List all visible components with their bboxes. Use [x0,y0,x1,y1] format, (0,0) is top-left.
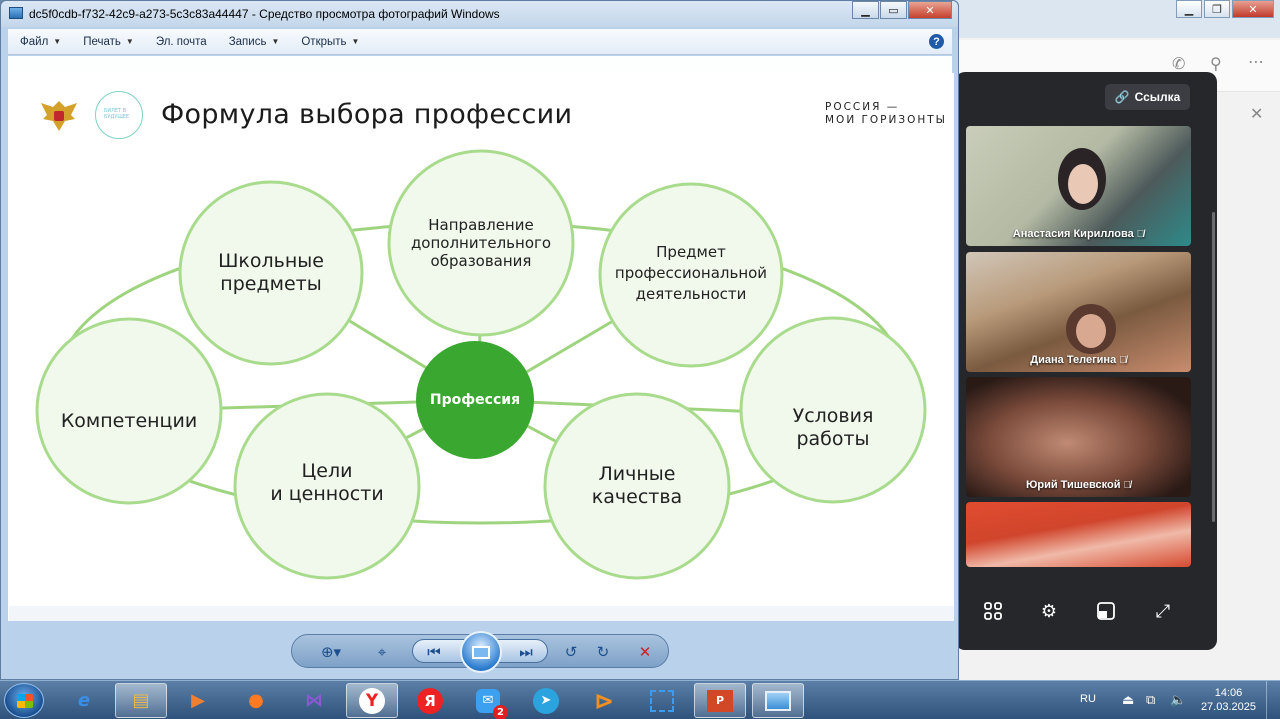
close-button[interactable]: ✕ [1232,0,1274,18]
next-icon[interactable]: ⏭ [515,641,537,663]
time: 14:06 [1214,687,1243,699]
messenger-icon[interactable]: ✉ 2 [462,683,514,719]
slide-image: БИЛЕТ В БУДУЩЕЕ Формула выбора профессии… [9,73,954,606]
label-school-subjects: Школьные предметы [218,250,324,295]
language-indicator[interactable]: RU [1080,693,1096,705]
minimize-button[interactable]: ▁ [852,1,879,19]
system-tray: RU ⏏ ⧉ 🔈 14:06 27.03.2025 [1070,681,1280,719]
photo-viewer-window: dc5f0cdb-f732-42c9-a273-5c3c83a44447 - С… [0,0,959,680]
link-button[interactable]: 🔗 Ссылка [1105,84,1190,110]
previous-icon[interactable]: ⏮ [423,641,445,663]
windows-logo-icon [17,694,33,708]
media-player-icon[interactable]: ▶ [172,683,224,718]
network-icon[interactable]: ⧉ [1146,692,1155,708]
notification-badge: 2 [493,704,508,719]
menu-print[interactable]: Печать ▼ [83,36,134,48]
yandex-browser-icon[interactable]: Y [346,683,398,718]
label-goals-values: Цели и ценности [270,460,384,505]
photo-viewer-icon [9,7,23,19]
player-icon[interactable]: ⊳ [578,683,630,718]
label-personal-qualities: Личные качества [591,463,683,508]
usb-icon[interactable]: ⏏ [1122,692,1134,708]
yandex-icon[interactable]: Я [404,683,456,718]
explorer-icon[interactable]: ▤ [115,683,167,718]
label-professional-subject: Предмет профессиональной деятельности [614,242,768,303]
participant-name: Юрий Тишевской [1026,479,1121,491]
slideshow-icon [472,645,490,659]
scrollbar[interactable] [1212,212,1215,522]
clock[interactable]: 14:06 27.03.2025 [1201,686,1256,714]
start-button[interactable] [4,683,44,718]
link-label: Ссылка [1134,90,1181,104]
participant-tile[interactable]: Диана Телегина 🎙̸ [966,252,1191,372]
zoom-icon[interactable]: ⊕▾ [314,641,348,663]
date: 27.03.2025 [1200,701,1256,713]
menu-file[interactable]: Файл ▼ [20,36,61,48]
mic-muted-icon: 🎙̸ [1136,229,1145,240]
more-icon[interactable]: ⋯ [1248,52,1264,71]
label-work-conditions: Условия работы [792,405,874,450]
taskbar: e ▤ ▶ ● ⋈ Y Я ✉ 2 ➤ ⊳ P RU ⏏ ⧉ 🔈 14:06 27… [0,680,1280,719]
maximize-button[interactable]: ❐ [1204,0,1230,18]
slide-footer [9,606,954,621]
phone-icon[interactable]: ✆ [1172,54,1185,73]
close-icon[interactable]: ✕ [1250,104,1263,123]
delete-icon[interactable]: ✕ [634,641,656,663]
show-desktop-button[interactable] [1266,681,1280,719]
help-icon[interactable]: ? [929,34,944,49]
title-bar[interactable]: dc5f0cdb-f732-42c9-a273-5c3c83a44447 - С… [1,1,958,27]
actual-size-icon[interactable]: ⌖ [370,641,394,663]
viewer-toolbar: ⊕▾ ⌖ ⏮ ⏭ ↺ ↻ ✕ [291,631,669,673]
participant-tile[interactable]: Анастасия Кириллова 🎙̸ [966,126,1191,246]
volume-icon[interactable]: 🔈 [1170,692,1186,708]
gear-icon[interactable]: ⚙ [1037,599,1061,623]
visual-studio-icon[interactable]: ⋈ [288,683,340,718]
close-button[interactable]: ✕ [908,1,952,19]
profession-diagram [35,149,927,580]
menu-burn[interactable]: Запись ▼ [229,36,280,48]
chevron-down-icon: ▼ [351,37,360,46]
pip-icon[interactable] [1094,599,1118,623]
snipping-icon[interactable] [636,683,688,718]
background-titlebar: ▁ ❐ ✕ [940,0,1280,38]
chevron-down-icon: ▼ [53,37,62,46]
minimize-button[interactable]: ▁ [1176,0,1202,18]
photo-viewer-icon[interactable] [752,683,804,718]
rotate-left-icon[interactable]: ↺ [560,641,582,663]
label-competencies: Компетенции [60,410,198,432]
firefox-icon[interactable]: ● [230,683,282,718]
rotate-right-icon[interactable]: ↻ [592,641,614,663]
video-call-panel: 🔗 Ссылка Анастасия Кириллова 🎙̸ Диана Тел… [955,72,1217,650]
menu-open[interactable]: Открыть ▼ [301,36,359,48]
window-controls: ▁ ▭ ✕ [852,1,952,19]
search-icon[interactable]: ⚲ [1210,54,1222,73]
presentation-icon[interactable]: P [694,683,746,718]
participant-tile[interactable]: Юрий Тишевской 🎙̸ [966,377,1191,497]
participant-name: Анастасия Кириллова [1012,228,1134,240]
ie-icon[interactable]: e [58,683,110,718]
mic-muted-icon: 🎙̸ [1119,355,1127,366]
chevron-down-icon: ▼ [271,37,280,46]
chevron-down-icon: ▼ [125,37,134,46]
window-title: dc5f0cdb-f732-42c9-a273-5c3c83a44447 - С… [29,7,500,21]
maximize-button[interactable]: ▭ [880,1,907,19]
telegram-icon[interactable]: ➤ [520,683,572,718]
label-additional-education: Направление дополнительного образования [410,216,552,270]
slideshow-button[interactable] [460,631,502,673]
menu-email[interactable]: Эл. почта [156,36,207,48]
participant-name: Диана Телегина [1030,354,1117,366]
link-icon: 🔗 [1114,90,1130,104]
label-profession: Профессия [429,392,521,408]
fullscreen-icon[interactable]: ⤢ [1151,599,1175,623]
participant-tile[interactable] [966,502,1191,567]
menu-bar: Файл ▼ Печать ▼ Эл. почта Запись ▼ Открыть ▼… [8,29,952,55]
mic-muted-icon: 🎙̸ [1123,480,1131,491]
grid-icon[interactable] [981,599,1005,623]
background-window-controls: ▁ ❐ ✕ [1176,0,1274,18]
